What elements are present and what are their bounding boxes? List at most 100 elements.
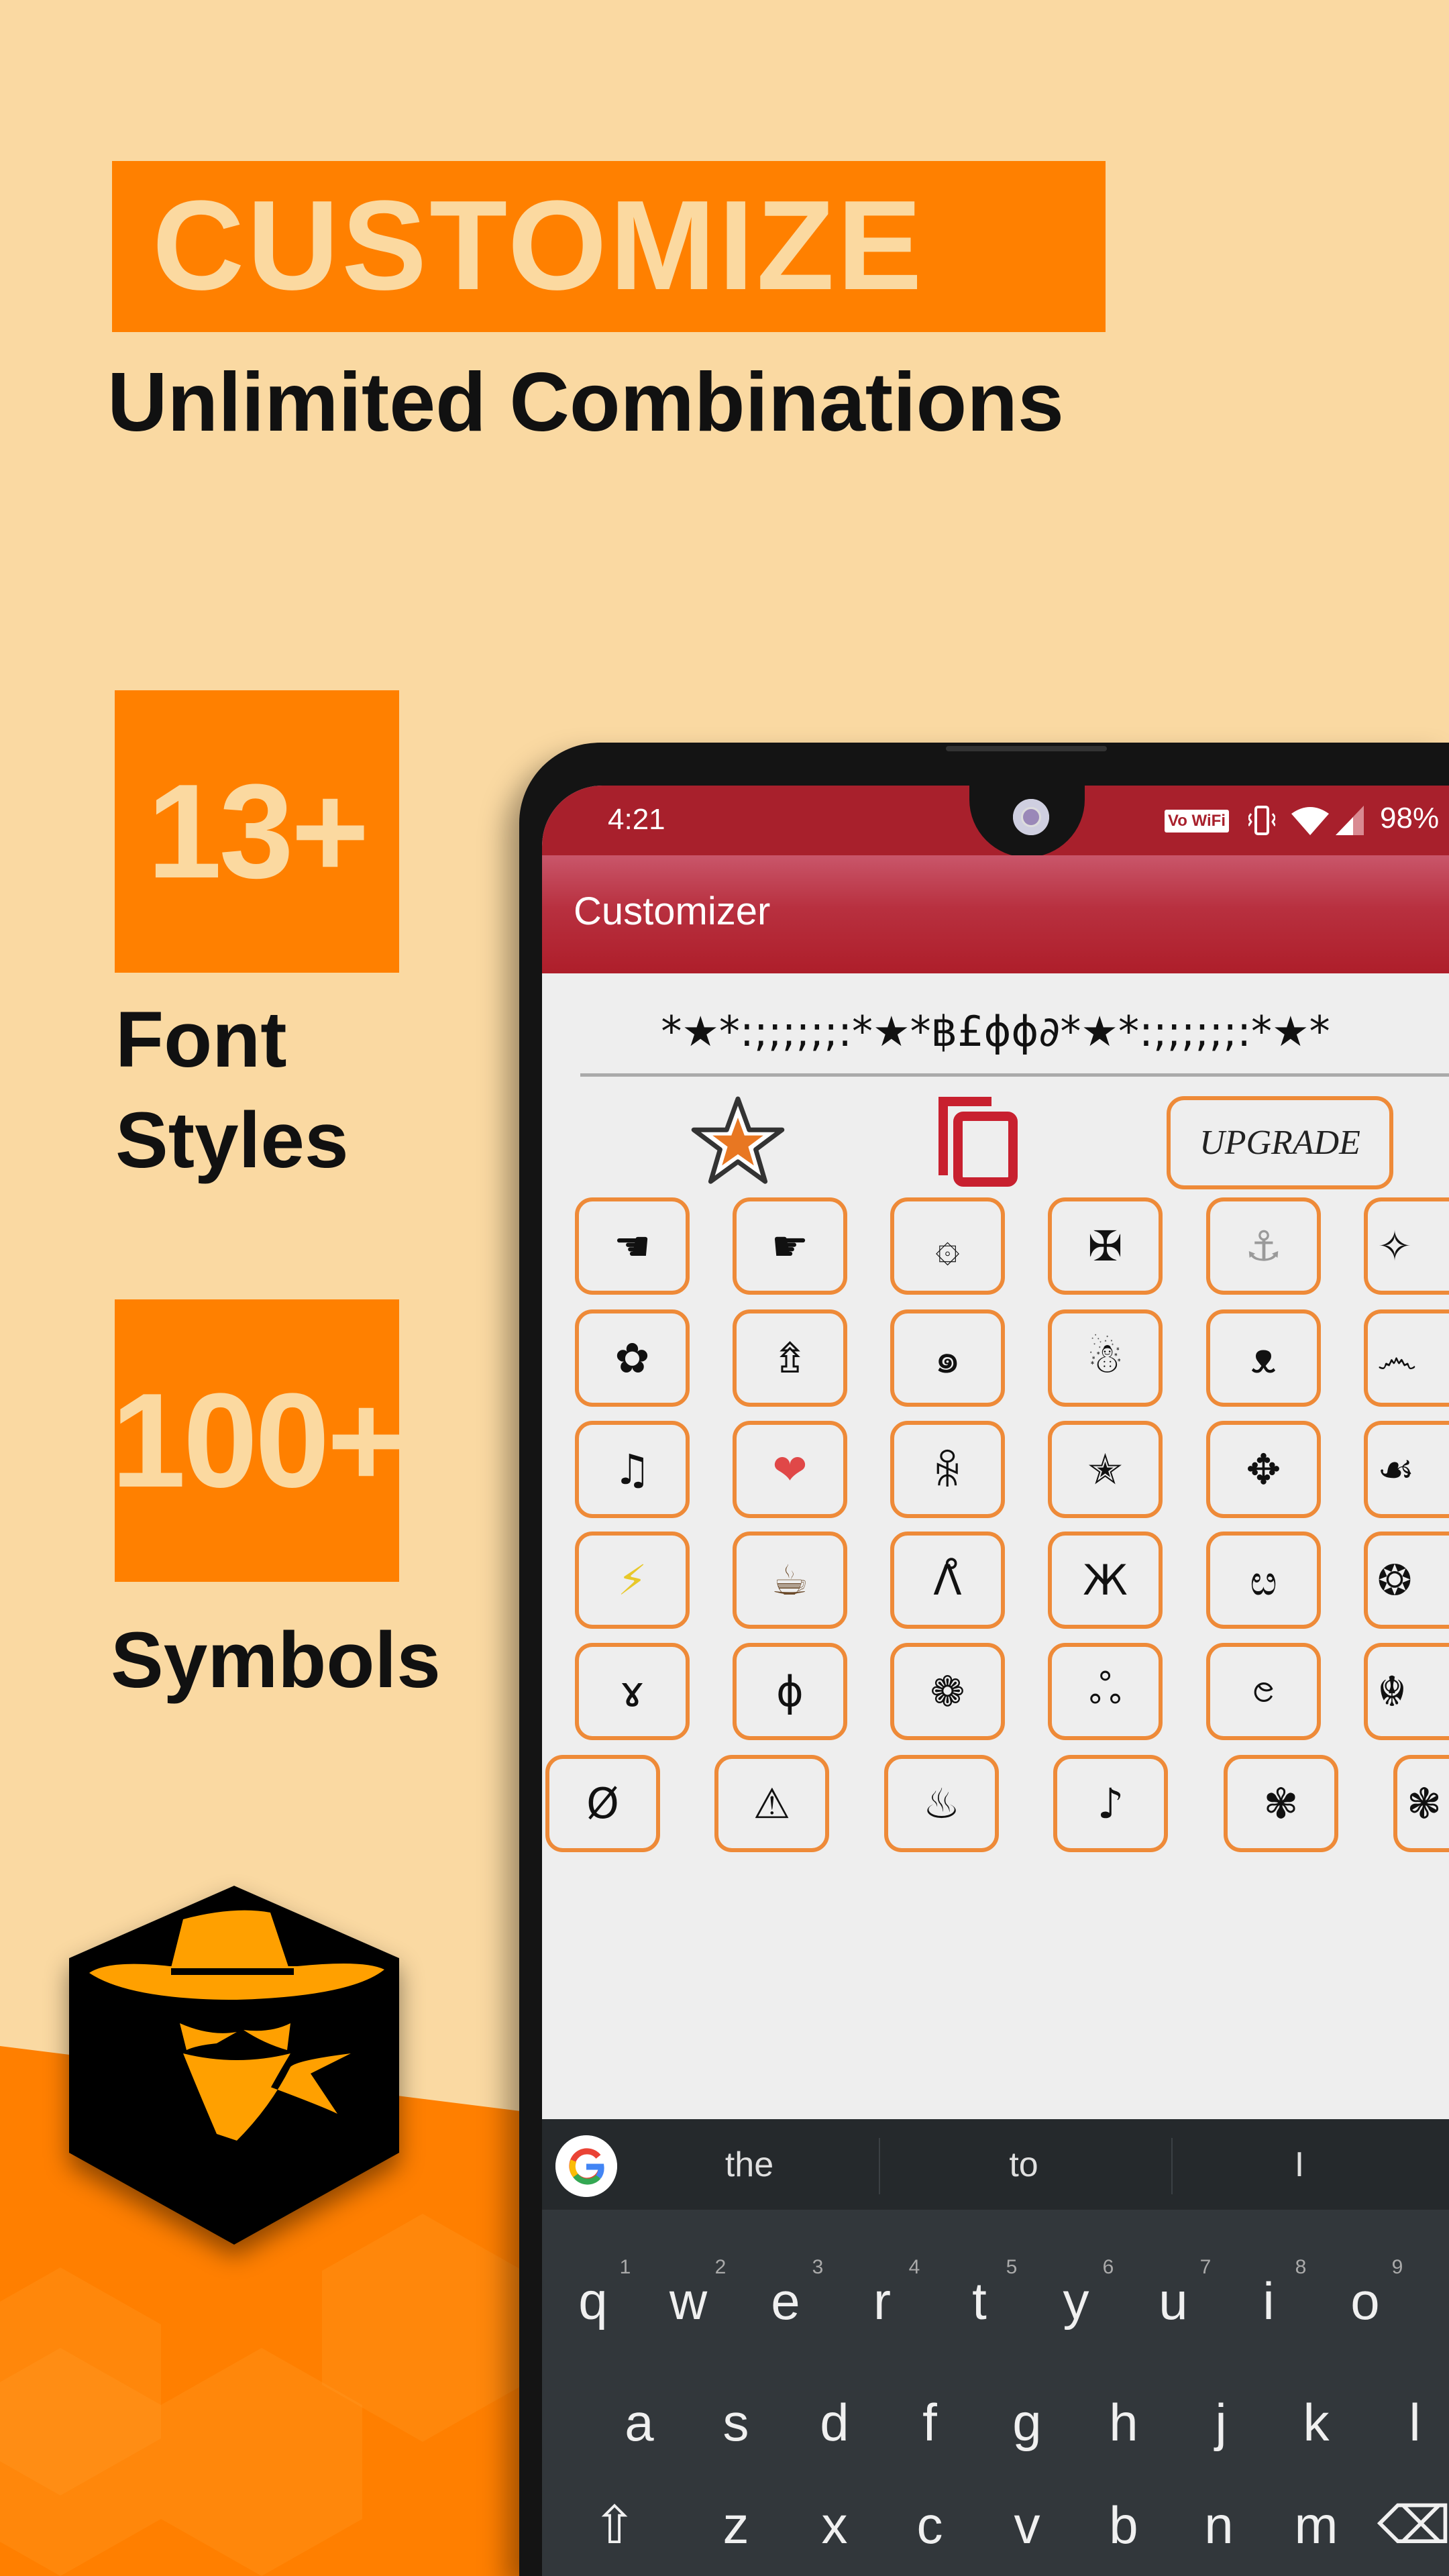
symbol-button[interactable]: ☚: [575, 1197, 690, 1295]
key-m[interactable]: m: [1295, 2499, 1338, 2551]
symbol-button[interactable]: ♨: [884, 1755, 999, 1852]
symbols-label: Symbols: [111, 1616, 441, 1705]
symbol-button[interactable]: ⚡: [575, 1532, 690, 1629]
status-time: 4:21: [608, 803, 665, 836]
symbol-button[interactable]: ๑: [890, 1309, 1005, 1407]
key-number-hint: 3: [812, 2256, 824, 2278]
key-a[interactable]: a: [625, 2396, 653, 2449]
symbol-button[interactable]: ⚠: [714, 1755, 829, 1852]
vowifi-badge: Vo WiFi: [1165, 810, 1229, 833]
app-logo-bandit-icon: [69, 1886, 399, 2245]
symbol-button[interactable]: ☃: [1048, 1309, 1163, 1407]
symbol-button[interactable]: ⇯: [733, 1309, 847, 1407]
styled-text-preview[interactable]: *★*:;;;;;;:*★*฿£ɸɸ∂*★*:;;;;;;:*★*: [542, 1007, 1449, 1056]
key-f[interactable]: f: [922, 2396, 937, 2449]
key-u[interactable]: u: [1159, 2275, 1187, 2327]
front-camera: [1013, 799, 1049, 835]
font-styles-count: 13+: [147, 756, 369, 906]
key-x[interactable]: x: [822, 2499, 848, 2551]
key-h[interactable]: h: [1109, 2396, 1138, 2449]
key-y[interactable]: y: [1063, 2275, 1089, 2327]
key-n[interactable]: n: [1204, 2499, 1233, 2551]
keyboard-suggestion-strip: the to I: [542, 2119, 1449, 2210]
key-number-hint: 1: [619, 2256, 631, 2278]
font-styles-label: Font Styles: [115, 989, 349, 1191]
vibrate-icon: [1248, 806, 1275, 835]
key-number-hint: 9: [1391, 2256, 1403, 2278]
symbol-button[interactable]: ɸ: [733, 1643, 847, 1740]
key-s[interactable]: s: [723, 2396, 749, 2449]
key-c[interactable]: c: [917, 2499, 943, 2551]
suggestion[interactable]: the: [725, 2145, 773, 2185]
key-d[interactable]: d: [820, 2396, 849, 2449]
symbol-button[interactable]: ෴: [1364, 1309, 1449, 1407]
app-title: Customizer: [574, 890, 771, 933]
symbol-button[interactable]: ✠: [1048, 1197, 1163, 1295]
symbol-button[interactable]: ೞ: [1206, 1532, 1321, 1629]
symbol-button[interactable]: Λ̊: [890, 1532, 1005, 1629]
symbol-button[interactable]: ❂: [1364, 1532, 1449, 1629]
symbol-button[interactable]: ஃ: [1048, 1643, 1163, 1740]
symbol-button[interactable]: ☙: [1364, 1421, 1449, 1518]
headline: CUSTOMIZE: [152, 174, 925, 317]
label-line: Font: [115, 996, 287, 1084]
key-j[interactable]: j: [1215, 2396, 1226, 2449]
symbol-button[interactable]: ۞: [890, 1197, 1005, 1295]
shift-key[interactable]: ⇧: [592, 2499, 636, 2551]
symbol-button[interactable]: ✧: [1364, 1197, 1449, 1295]
symbol-button[interactable]: Ж: [1048, 1532, 1163, 1629]
key-l[interactable]: l: [1409, 2396, 1420, 2449]
symbol-button[interactable]: ✾: [1224, 1755, 1338, 1852]
symbol-button[interactable]: ✿: [575, 1309, 690, 1407]
key-r[interactable]: r: [873, 2275, 891, 2327]
phone-speaker: [946, 746, 1107, 751]
symbols-count: 100+: [111, 1365, 405, 1515]
font-styles-count-box: 13+: [115, 690, 399, 973]
symbol-button[interactable]: Ø: [545, 1755, 660, 1852]
upgrade-button[interactable]: UPGRADE: [1167, 1096, 1393, 1189]
symbol-button[interactable]: ⚓: [1206, 1197, 1321, 1295]
separator: [1171, 2138, 1173, 2194]
key-o[interactable]: o: [1350, 2275, 1379, 2327]
key-number-hint: 2: [714, 2256, 727, 2278]
symbol-button[interactable]: ☛: [733, 1197, 847, 1295]
key-k[interactable]: k: [1303, 2396, 1330, 2449]
symbol-button[interactable]: ɤ: [575, 1643, 690, 1740]
google-icon[interactable]: [555, 2135, 617, 2197]
separator: [879, 2138, 880, 2194]
key-number-hint: 4: [908, 2256, 920, 2278]
symbol-button[interactable]: ☬: [1364, 1643, 1449, 1740]
key-v[interactable]: v: [1014, 2499, 1040, 2551]
key-i[interactable]: i: [1263, 2275, 1274, 2327]
key-g[interactable]: g: [1012, 2396, 1041, 2449]
key-z[interactable]: z: [723, 2499, 749, 2551]
symbol-button[interactable]: ✥: [1206, 1421, 1321, 1518]
symbol-button[interactable]: ❃: [1393, 1755, 1449, 1852]
star-icon[interactable]: [691, 1094, 785, 1188]
copy-icon[interactable]: [938, 1096, 1018, 1187]
keyboard: q 1 w 2 e 3 r 4 t 5 y 6 u 7 i 8 o 9 a s d f g h j k l ⇧ z x c v b n m ⌫: [542, 2210, 1449, 2576]
battery-percent: 98%: [1380, 802, 1440, 835]
key-number-hint: 7: [1199, 2256, 1212, 2278]
symbol-button[interactable]: ☕: [733, 1532, 847, 1629]
key-q[interactable]: q: [578, 2275, 607, 2327]
symbol-button[interactable]: ✭: [1048, 1421, 1163, 1518]
suggestion[interactable]: I: [1295, 2145, 1304, 2185]
backspace-key[interactable]: ⌫: [1377, 2499, 1449, 2551]
symbol-button[interactable]: ᴥ: [1206, 1309, 1321, 1407]
signal-icon: [1336, 806, 1364, 835]
symbol-button[interactable]: ၔ: [1206, 1643, 1321, 1740]
suggestion[interactable]: to: [1009, 2145, 1038, 2185]
symbol-button[interactable]: ꆜ: [890, 1421, 1005, 1518]
symbol-button[interactable]: ❤: [733, 1421, 847, 1518]
key-t[interactable]: t: [972, 2275, 987, 2327]
key-w[interactable]: w: [669, 2275, 707, 2327]
key-b[interactable]: b: [1109, 2499, 1138, 2551]
divider: [580, 1073, 1449, 1077]
key-e[interactable]: e: [771, 2275, 800, 2327]
symbol-button[interactable]: ♪: [1053, 1755, 1168, 1852]
symbol-button[interactable]: ❁: [890, 1643, 1005, 1740]
symbol-button[interactable]: ♫: [575, 1421, 690, 1518]
key-number-hint: 5: [1006, 2256, 1018, 2278]
wifi-icon: [1291, 807, 1329, 835]
